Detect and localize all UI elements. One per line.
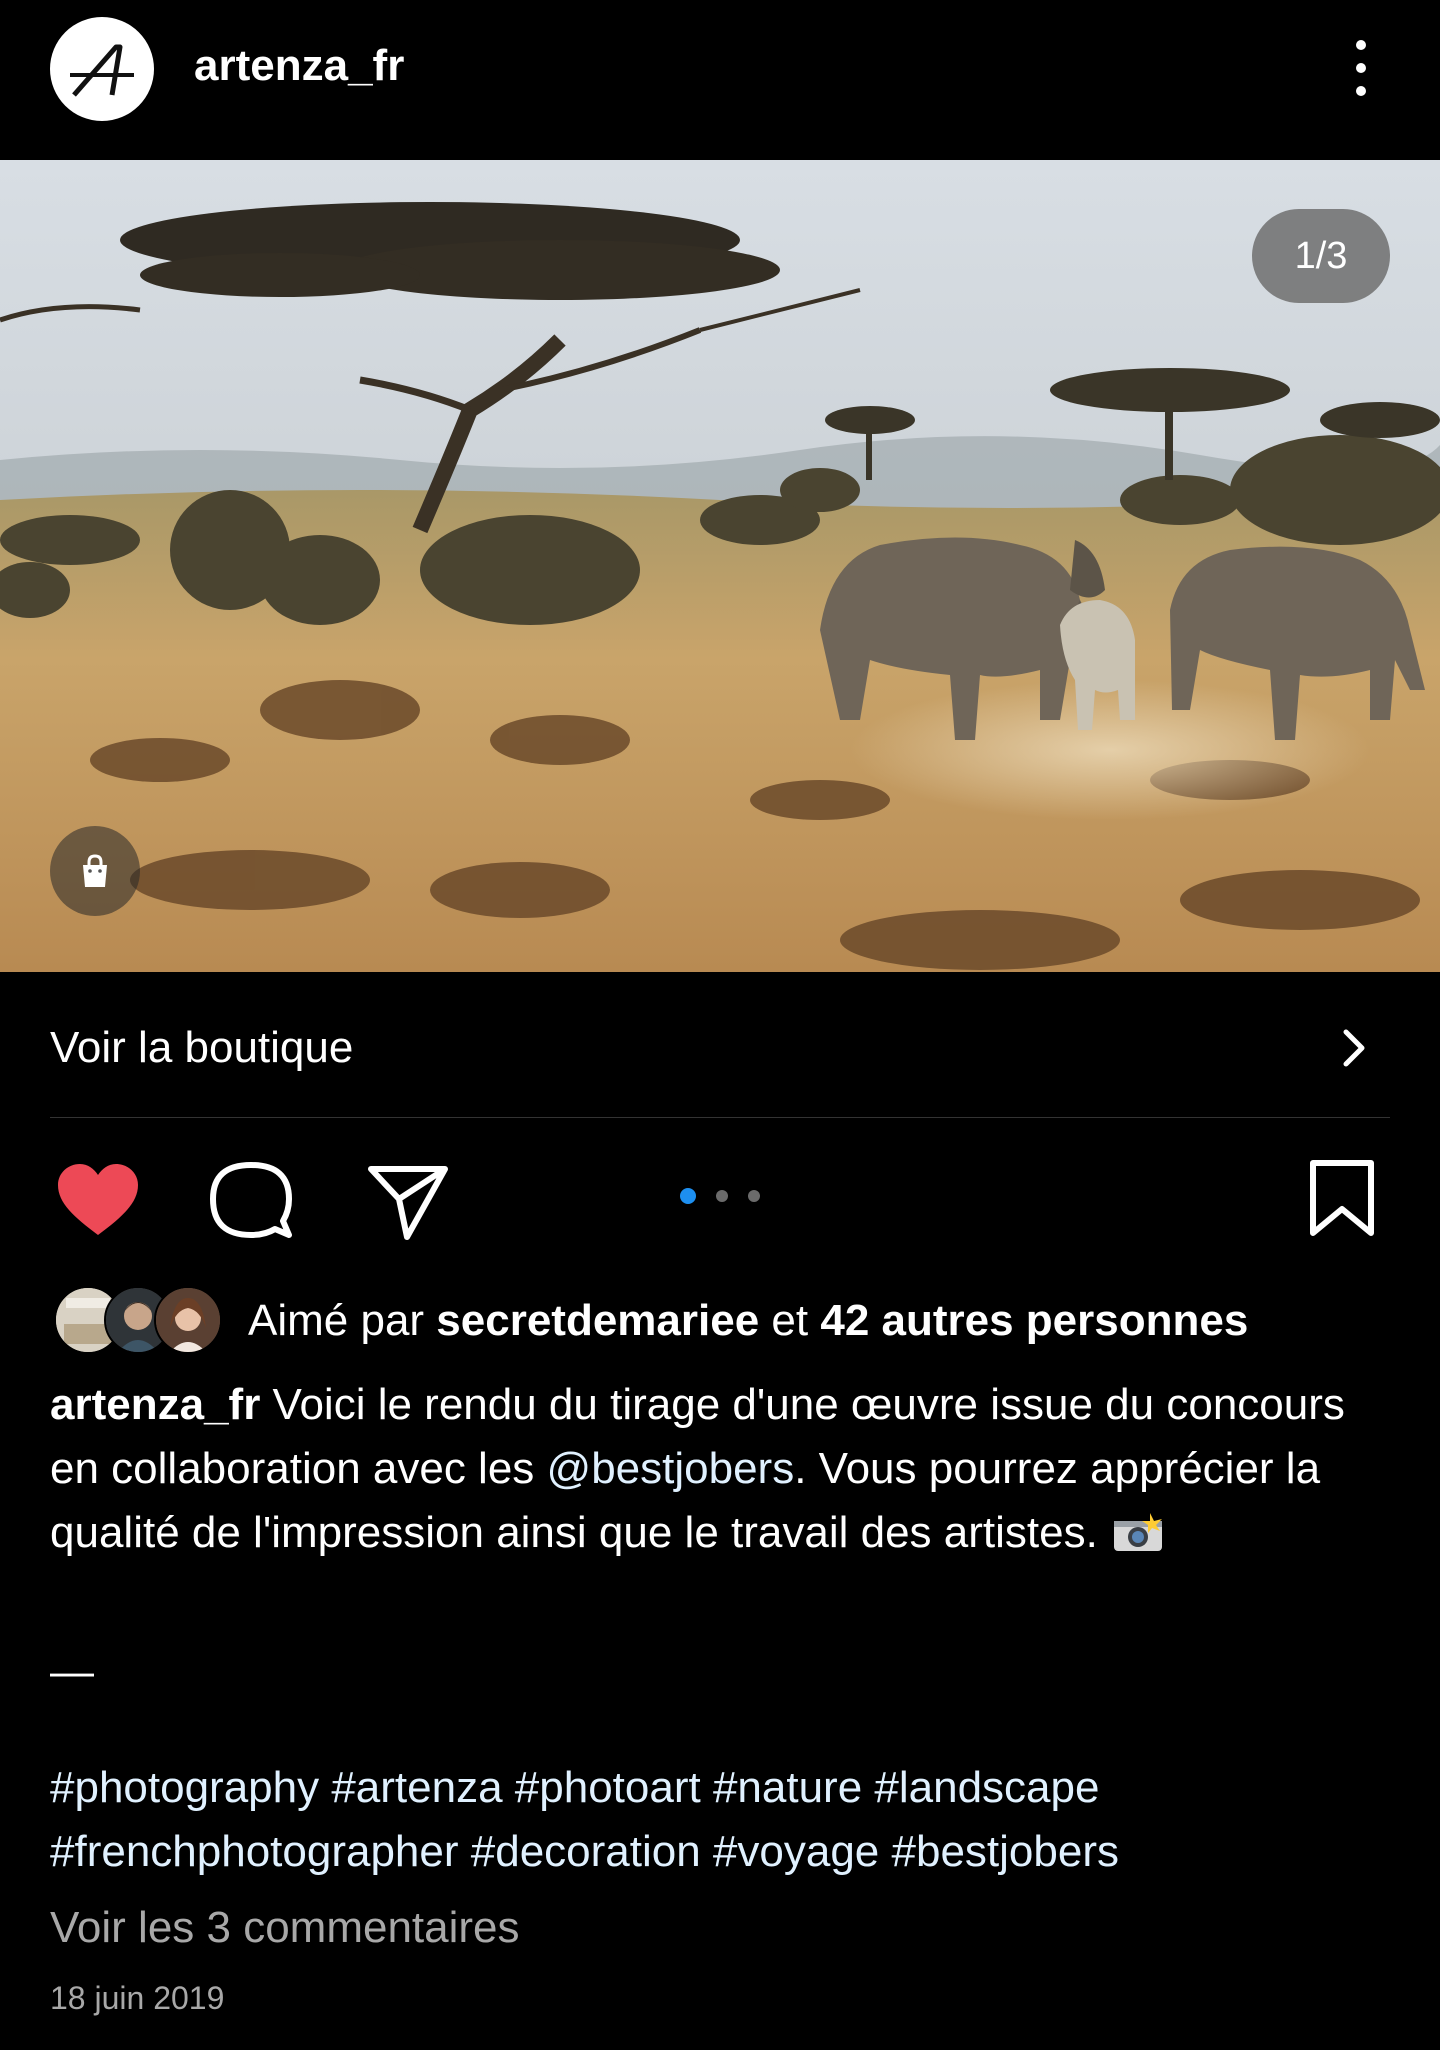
send-icon[interactable] [366,1160,450,1244]
likes-summary[interactable]: Aimé par secretdemariee et 42 autres per… [248,1293,1248,1349]
bookmark-icon[interactable] [1306,1158,1378,1238]
caption-mention-link[interactable]: @bestjobers [547,1444,795,1493]
carousel-dot [716,1190,728,1202]
carousel-counter: 1/3 [1252,209,1390,303]
caption-username[interactable]: artenza_fr [50,1380,260,1429]
more-options-icon[interactable] [1346,40,1376,96]
comment-icon[interactable] [208,1158,294,1244]
chevron-right-icon[interactable] [1330,1024,1378,1077]
post-caption: artenza_fr Voici le rendu du tirage d'un… [50,1373,1400,1565]
caption-hashtags[interactable]: #photography #artenza #photoart #nature … [50,1756,1400,1884]
likes-user-link[interactable]: secretdemariee [436,1296,759,1345]
shop-divider [50,1117,1390,1118]
profile-avatar[interactable] [50,17,154,121]
likes-prefix: Aimé par [248,1296,437,1345]
shopping-bag-icon[interactable] [50,826,140,916]
likes-middle: et [759,1296,821,1345]
caption-separator: — [50,1647,94,1696]
post-image[interactable] [0,160,1440,972]
likes-others-link[interactable]: 42 autres personnes [820,1296,1248,1345]
view-comments-link[interactable]: Voir les 3 commentaires [50,1900,520,1956]
artenza-logo-icon [70,44,134,97]
carousel-indicator [680,1188,760,1204]
liker-avatars[interactable] [54,1286,224,1354]
carousel-dot [748,1190,760,1202]
shop-link-label[interactable]: Voir la boutique [50,1022,353,1074]
liker-avatar [154,1286,222,1354]
camera-flash-emoji-icon [1110,1507,1166,1551]
post-username[interactable]: artenza_fr [194,36,404,96]
heart-filled-icon[interactable] [50,1158,146,1242]
carousel-dot-active [680,1188,696,1204]
post-date: 18 juin 2019 [50,1980,225,2016]
